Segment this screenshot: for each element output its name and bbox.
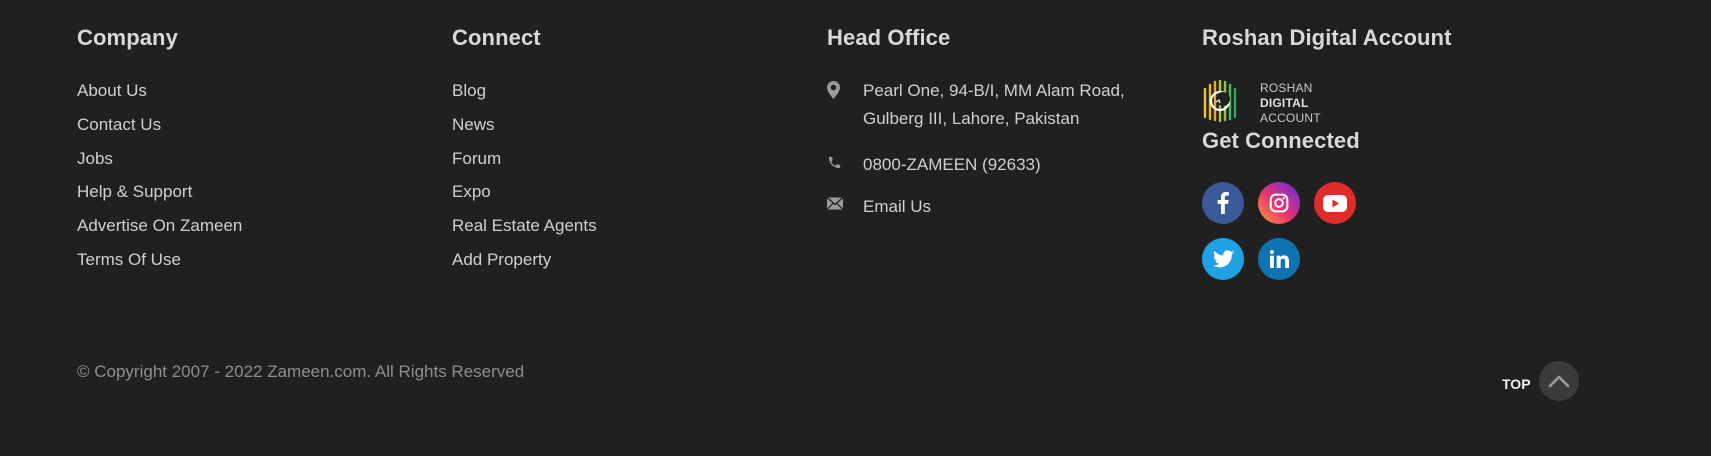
location-pin-icon (827, 77, 863, 99)
email-us-link[interactable]: Email Us (863, 193, 931, 221)
top-label: TOP (1502, 376, 1531, 392)
about-us-link[interactable]: About Us (77, 81, 147, 100)
chevron-up-icon (1548, 375, 1569, 388)
rda-logo-text: ROSHAN DIGITAL ACCOUNT (1260, 81, 1321, 126)
social-links (1202, 182, 1562, 280)
expo-link[interactable]: Expo (452, 182, 491, 201)
linkedin-icon[interactable] (1258, 238, 1300, 280)
terms-of-use-link[interactable]: Terms Of Use (77, 250, 181, 269)
company-links: About Us Contact Us Jobs Help & Support … (77, 78, 417, 281)
email-row: Email Us (827, 193, 1187, 227)
envelope-icon (827, 193, 863, 210)
instagram-icon[interactable] (1258, 182, 1300, 224)
list-item: Real Estate Agents (452, 213, 792, 247)
connect-links: Blog News Forum Expo Real Estate Agents … (452, 78, 792, 281)
roshan-digital-account-logo[interactable]: ROSHAN DIGITAL ACCOUNT (1202, 79, 1562, 127)
connect-column: Connect Blog News Forum Expo Real Estate… (452, 24, 792, 281)
add-property-link[interactable]: Add Property (452, 250, 551, 269)
company-column: Company About Us Contact Us Jobs Help & … (77, 24, 417, 281)
phone-row: 0800-ZAMEEN (92633) (827, 151, 1187, 193)
list-item: About Us (77, 78, 417, 112)
twitter-icon[interactable] (1202, 238, 1244, 280)
get-connected-heading: Get Connected (1202, 128, 1360, 153)
rda-logo-line-2: DIGITAL (1260, 95, 1309, 110)
news-link[interactable]: News (452, 115, 495, 134)
rda-emblem-icon (1202, 79, 1240, 128)
copyright-text: © Copyright 2007 - 2022 Zameen.com. All … (77, 362, 525, 381)
head-office-heading: Head Office (827, 25, 951, 50)
jobs-link[interactable]: Jobs (77, 149, 113, 168)
connect-heading: Connect (452, 25, 541, 50)
address-text: Pearl One, 94-B/I, MM Alam Road, Gulberg… (863, 77, 1125, 133)
list-item: Expo (452, 179, 792, 213)
roshan-digital-account-column: Roshan Digital Account ROSHAN DIGITAL AC… (1202, 24, 1562, 280)
youtube-icon[interactable] (1314, 182, 1356, 224)
help-support-link[interactable]: Help & Support (77, 182, 192, 201)
list-item: Contact Us (77, 112, 417, 146)
company-heading: Company (77, 25, 178, 50)
list-item: News (452, 112, 792, 146)
back-to-top[interactable]: TOP (1502, 361, 1579, 401)
roshan-digital-account-heading: Roshan Digital Account (1202, 25, 1452, 50)
list-item: Advertise On Zameen (77, 213, 417, 247)
list-item: Help & Support (77, 179, 417, 213)
list-item: Terms Of Use (77, 247, 417, 281)
real-estate-agents-link[interactable]: Real Estate Agents (452, 216, 597, 235)
forum-link[interactable]: Forum (452, 149, 501, 168)
phone-icon (827, 151, 863, 170)
facebook-icon[interactable] (1202, 182, 1244, 224)
contact-us-link[interactable]: Contact Us (77, 115, 161, 134)
list-item: Blog (452, 78, 792, 112)
list-item: Forum (452, 146, 792, 180)
phone-number-link[interactable]: 0800-ZAMEEN (92633) (863, 151, 1041, 179)
blog-link[interactable]: Blog (452, 81, 486, 100)
address-row: Pearl One, 94-B/I, MM Alam Road, Gulberg… (827, 77, 1187, 151)
back-to-top-button[interactable] (1538, 361, 1579, 401)
rda-logo-line-1: ROSHAN (1260, 80, 1313, 95)
advertise-link[interactable]: Advertise On Zameen (77, 216, 242, 235)
office-details: Pearl One, 94-B/I, MM Alam Road, Gulberg… (827, 77, 1187, 227)
rda-logo-line-3: ACCOUNT (1260, 110, 1321, 125)
address-line-2: Gulberg III, Lahore, Pakistan (863, 109, 1080, 128)
list-item: Add Property (452, 247, 792, 281)
address-line-1: Pearl One, 94-B/I, MM Alam Road, (863, 81, 1125, 100)
head-office-column: Head Office Pearl One, 94-B/I, MM Alam R… (827, 24, 1187, 227)
list-item: Jobs (77, 146, 417, 180)
